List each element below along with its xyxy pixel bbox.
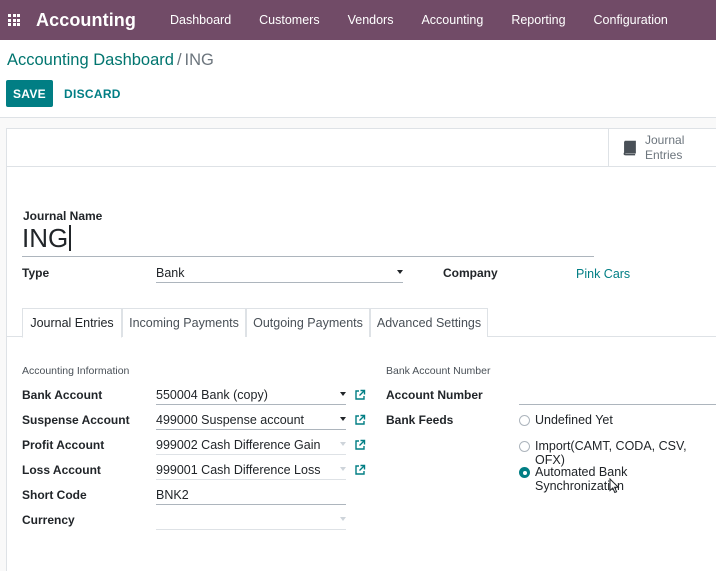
book-icon — [623, 140, 636, 156]
control-panel: Accounting Dashboard / ING SAVE DISCARD — [0, 40, 716, 118]
external-link-icon[interactable] — [354, 389, 366, 401]
app-brand[interactable]: Accounting — [36, 10, 136, 31]
discard-button[interactable]: DISCARD — [58, 80, 127, 107]
chevron-down-icon — [397, 270, 403, 274]
notebook-tabs: Journal Entries Incoming Payments Outgoi… — [7, 308, 716, 338]
suspense-account-value: 499000 Suspense account — [156, 412, 305, 427]
currency-select[interactable] — [156, 510, 346, 530]
menu-dashboard[interactable]: Dashboard — [156, 0, 245, 40]
loss-account-label: Loss Account — [22, 463, 101, 477]
tab-advanced-settings[interactable]: Advanced Settings — [370, 308, 488, 337]
chevron-down-icon — [340, 442, 346, 446]
bank-account-label: Bank Account — [22, 388, 103, 402]
chevron-down-icon — [340, 392, 346, 396]
account-number-input[interactable] — [519, 385, 716, 405]
bank-feeds-label: Bank Feeds — [386, 413, 454, 427]
bank-account-select[interactable]: 550004 Bank (copy) — [156, 385, 346, 405]
type-value: Bank — [156, 265, 185, 280]
menu-customers[interactable]: Customers — [245, 0, 333, 40]
radio-label-undefined-yet[interactable]: Undefined Yet — [535, 413, 613, 427]
short-code-input[interactable]: BNK2 — [156, 485, 346, 505]
accounting-information-title: Accounting Information — [22, 365, 130, 377]
loss-account-select[interactable]: 999001 Cash Difference Loss — [156, 460, 346, 480]
chevron-down-icon — [340, 417, 346, 421]
journal-entries-smart-button[interactable]: Journal Entries — [608, 129, 716, 167]
breadcrumb: Accounting Dashboard / ING — [7, 51, 214, 70]
profit-account-select[interactable]: 999002 Cash Difference Gain — [156, 435, 346, 455]
external-link-icon[interactable] — [354, 414, 366, 426]
smart-button-line2: Entries — [645, 148, 683, 162]
radio-undefined-yet[interactable] — [519, 415, 530, 426]
button-box: Journal Entries — [7, 129, 716, 167]
form-sheet: Journal Entries Journal Name ING Type Ba… — [6, 128, 716, 571]
chevron-down-icon — [340, 517, 346, 521]
breadcrumb-parent[interactable]: Accounting Dashboard — [7, 51, 174, 69]
menu-accounting[interactable]: Accounting — [407, 0, 497, 40]
text-caret — [69, 225, 71, 251]
type-label: Type — [22, 266, 50, 280]
loss-account-value: 999001 Cash Difference Loss — [156, 462, 321, 477]
radio-label-import[interactable]: Import(CAMT, CODA, CSV, OFX) — [535, 439, 716, 467]
journal-name-value: ING — [22, 223, 69, 253]
tab-outgoing-payments[interactable]: Outgoing Payments — [246, 308, 370, 337]
bank-account-value: 550004 Bank (copy) — [156, 387, 268, 402]
save-button[interactable]: SAVE — [6, 80, 53, 107]
journal-name-label: Journal Name — [23, 209, 103, 223]
menu-reporting[interactable]: Reporting — [497, 0, 579, 40]
short-code-value: BNK2 — [156, 487, 189, 502]
suspense-account-select[interactable]: 499000 Suspense account — [156, 410, 346, 430]
external-link-icon[interactable] — [354, 439, 366, 451]
menu-configuration[interactable]: Configuration — [580, 0, 682, 40]
radio-label-automated-sync[interactable]: Automated Bank Synchronization — [535, 465, 716, 493]
profit-account-label: Profit Account — [22, 438, 105, 452]
radio-import[interactable] — [519, 441, 530, 452]
external-link-icon[interactable] — [354, 464, 366, 476]
breadcrumb-current: ING — [184, 51, 214, 69]
suspense-account-label: Suspense Account — [22, 413, 130, 427]
radio-automated-sync[interactable] — [519, 467, 530, 478]
bank-account-number-title: Bank Account Number — [386, 365, 491, 377]
company-link[interactable]: Pink Cars — [576, 267, 630, 281]
currency-label: Currency — [22, 513, 75, 527]
profit-account-value: 999002 Cash Difference Gain — [156, 437, 321, 452]
mouse-cursor-icon — [609, 478, 620, 494]
apps-menu-icon[interactable] — [0, 0, 28, 40]
chevron-down-icon — [340, 467, 346, 471]
short-code-label: Short Code — [22, 488, 87, 502]
company-label: Company — [443, 266, 498, 280]
breadcrumb-separator: / — [176, 51, 182, 69]
tab-journal-entries[interactable]: Journal Entries — [22, 308, 122, 338]
account-number-label: Account Number — [386, 388, 483, 402]
type-select[interactable]: Bank — [156, 263, 403, 283]
menu-vendors[interactable]: Vendors — [334, 0, 408, 40]
tab-incoming-payments[interactable]: Incoming Payments — [122, 308, 246, 337]
top-navbar: Accounting Dashboard Customers Vendors A… — [0, 0, 716, 40]
smart-button-line1: Journal — [645, 133, 685, 147]
journal-name-input[interactable]: ING — [22, 223, 594, 257]
